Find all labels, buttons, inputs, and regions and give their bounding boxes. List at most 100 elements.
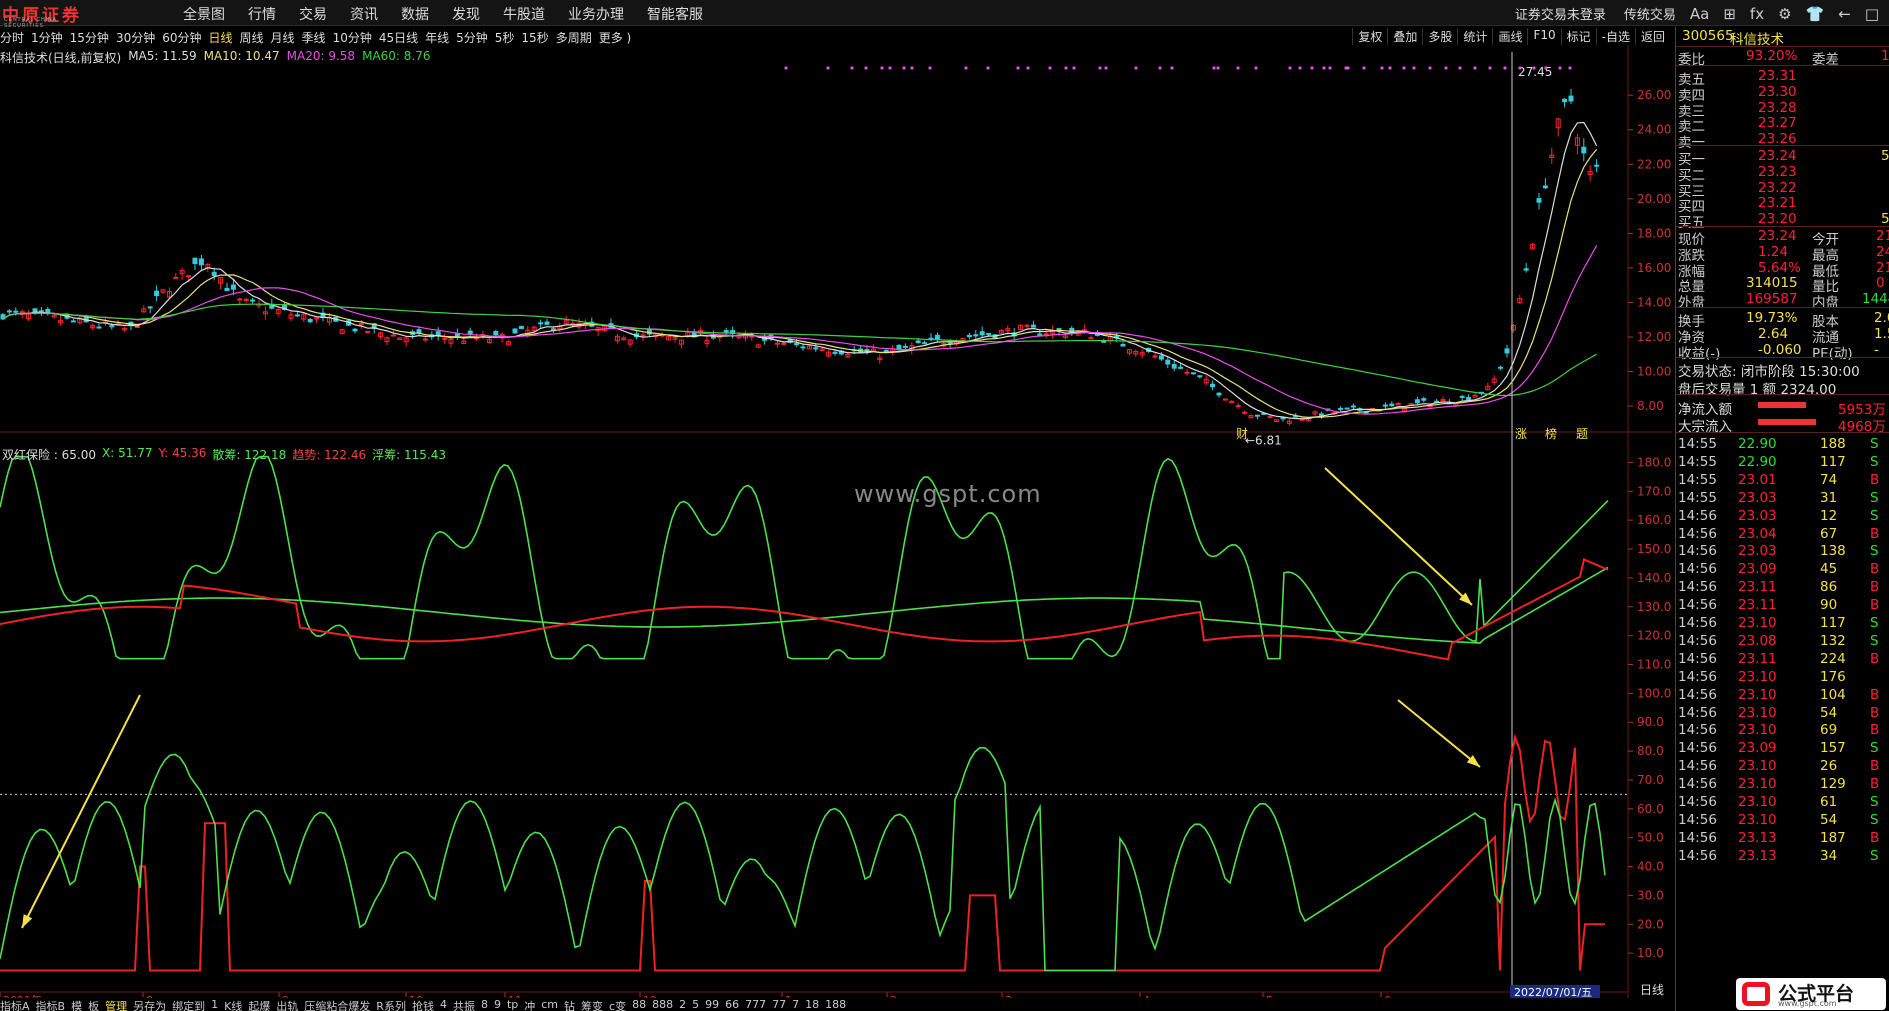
period-tab[interactable]: 10分钟: [333, 29, 372, 46]
bottom-tab[interactable]: 另存为: [133, 998, 166, 1011]
price-tick-label: 10.00: [1637, 365, 1671, 379]
event-dot: [902, 66, 906, 70]
candle-body: [1242, 411, 1248, 414]
bottom-tab[interactable]: R系列: [376, 998, 406, 1011]
bottom-tab[interactable]: 冲: [524, 998, 535, 1011]
period-tab[interactable]: 15分钟: [70, 29, 109, 46]
bottom-tab[interactable]: 指标A: [0, 998, 30, 1011]
period-tab[interactable]: 更多 ): [599, 29, 632, 46]
bottom-tab[interactable]: 88: [632, 998, 646, 1011]
event-dot: [964, 66, 968, 70]
menu-item[interactable]: 牛股道: [503, 4, 545, 24]
font-size-icon[interactable]: Aa: [1690, 5, 1709, 23]
bottom-tab[interactable]: 起爆: [248, 998, 270, 1011]
layout-icon[interactable]: ⊞: [1723, 5, 1736, 23]
period-tab[interactable]: 多周期: [556, 29, 592, 46]
bottom-tab[interactable]: c变: [609, 998, 626, 1011]
bottom-tab[interactable]: 绑定到: [172, 998, 205, 1011]
period-tab[interactable]: 年线: [425, 29, 449, 46]
bottom-tab[interactable]: 1: [211, 998, 218, 1011]
bottom-tab[interactable]: 钻: [564, 998, 575, 1011]
bottom-tab[interactable]: 77: [772, 998, 786, 1011]
period-tab[interactable]: 周线: [240, 29, 264, 46]
indicator-tick-label: 130.0: [1637, 600, 1671, 614]
bottom-tab[interactable]: K线: [224, 998, 242, 1011]
tick-side: B: [1870, 704, 1880, 721]
period-tab[interactable]: 季线: [302, 29, 326, 46]
bottom-tab[interactable]: 出轨: [276, 998, 298, 1011]
bottom-tab[interactable]: 2: [679, 998, 686, 1011]
formula-icon[interactable]: fx: [1750, 5, 1764, 23]
bottom-tab[interactable]: 模: [71, 998, 82, 1011]
skin-icon[interactable]: 👕: [1806, 5, 1825, 23]
watermark: www.gspt.com: [854, 480, 1042, 508]
bottom-tab[interactable]: 压缩粘合爆发: [304, 998, 370, 1011]
back-icon[interactable]: ←: [1838, 5, 1851, 23]
bottom-tab[interactable]: 管理: [105, 998, 127, 1011]
bottom-tab[interactable]: 99: [705, 998, 719, 1011]
tick-price: 23.10: [1738, 811, 1777, 828]
chart-tool-button[interactable]: 叠加: [1387, 28, 1422, 45]
period-tab[interactable]: 30分钟: [116, 29, 155, 46]
period-tab[interactable]: 45日线: [379, 29, 418, 46]
chart-tool-button[interactable]: 统计: [1457, 28, 1492, 45]
period-tab[interactable]: 分时: [0, 29, 24, 46]
kline-chart[interactable]: 26.00 24.00 22.00 20.00 18.00 16.00 14.00 12.00…: [0, 45, 1672, 998]
menu-item[interactable]: 行情: [248, 4, 276, 24]
period-tab[interactable]: 15秒: [521, 29, 548, 46]
bottom-tab[interactable]: 18: [805, 998, 819, 1011]
chart-tool-button[interactable]: 画线: [1492, 28, 1527, 45]
menu-item[interactable]: 交易: [299, 4, 327, 24]
event-dot: [1098, 66, 1102, 70]
menu-item[interactable]: 发现: [452, 4, 480, 24]
bottom-tab[interactable]: 共振: [453, 998, 475, 1011]
bottom-tab[interactable]: 7: [792, 998, 799, 1011]
chart-tool-button[interactable]: -自选: [1595, 28, 1635, 45]
menu-item[interactable]: 资讯: [350, 4, 378, 24]
bottom-tab[interactable]: 筹变: [581, 998, 603, 1011]
bottom-tab[interactable]: 抢钱: [412, 998, 434, 1011]
bottom-tab[interactable]: 4: [440, 998, 447, 1011]
login-status[interactable]: 证券交易未登录: [1515, 4, 1606, 23]
menu-item[interactable]: 数据: [401, 4, 429, 24]
period-tab[interactable]: 5秒: [495, 29, 515, 46]
period-tab[interactable]: 月线: [271, 29, 295, 46]
window-icon[interactable]: □: [1865, 5, 1879, 23]
menu-item[interactable]: 业务办理: [568, 4, 624, 24]
bottom-tab[interactable]: 8: [481, 998, 488, 1011]
bottom-tab[interactable]: 188: [825, 998, 846, 1011]
bottom-tab[interactable]: 板: [88, 998, 99, 1011]
stock-code: 300565: [1682, 28, 1734, 44]
period-tab[interactable]: 60分钟: [162, 29, 201, 46]
chart-tool-button[interactable]: 标记: [1560, 28, 1596, 45]
bottom-tab[interactable]: 66: [725, 998, 739, 1011]
tick-time: 14:56: [1678, 794, 1717, 810]
candle-body: [365, 330, 371, 333]
bottom-tab[interactable]: 9: [494, 998, 501, 1011]
gear-icon[interactable]: ⚙: [1778, 5, 1791, 23]
period-tab[interactable]: 5分钟: [456, 29, 488, 46]
trade-mode[interactable]: 传统交易: [1624, 4, 1676, 23]
bottom-tab[interactable]: tp: [507, 998, 518, 1011]
candle-body: [442, 337, 448, 340]
menu-item[interactable]: 智能客服: [647, 4, 703, 24]
bottom-tab[interactable]: 888: [652, 998, 673, 1011]
chart-tool-button[interactable]: 多股: [1422, 28, 1457, 45]
ma10-value: MA10: 10.47: [203, 49, 280, 63]
period-tab[interactable]: 1分钟: [31, 29, 63, 46]
tick-volume: 61: [1820, 794, 1838, 810]
stat-value: 1.24: [1758, 243, 1789, 260]
period-indicator[interactable]: 日线: [1640, 981, 1664, 998]
bottom-tab[interactable]: 5: [692, 998, 699, 1011]
event-dot: [1104, 66, 1108, 70]
period-tab[interactable]: 日线: [209, 29, 233, 46]
tick-price: 23.10: [1738, 776, 1777, 793]
chart-tool-button[interactable]: 返回: [1634, 28, 1670, 45]
bottom-tab[interactable]: cm: [541, 998, 558, 1011]
menu-item[interactable]: 全景图: [183, 4, 225, 24]
bottom-tab[interactable]: 指标B: [36, 998, 66, 1011]
chart-tool-button[interactable]: 复权: [1352, 28, 1387, 45]
chart-tool-button[interactable]: F10: [1527, 28, 1560, 45]
bottom-tab[interactable]: 777: [745, 998, 766, 1011]
tick-side: B: [1870, 471, 1880, 488]
